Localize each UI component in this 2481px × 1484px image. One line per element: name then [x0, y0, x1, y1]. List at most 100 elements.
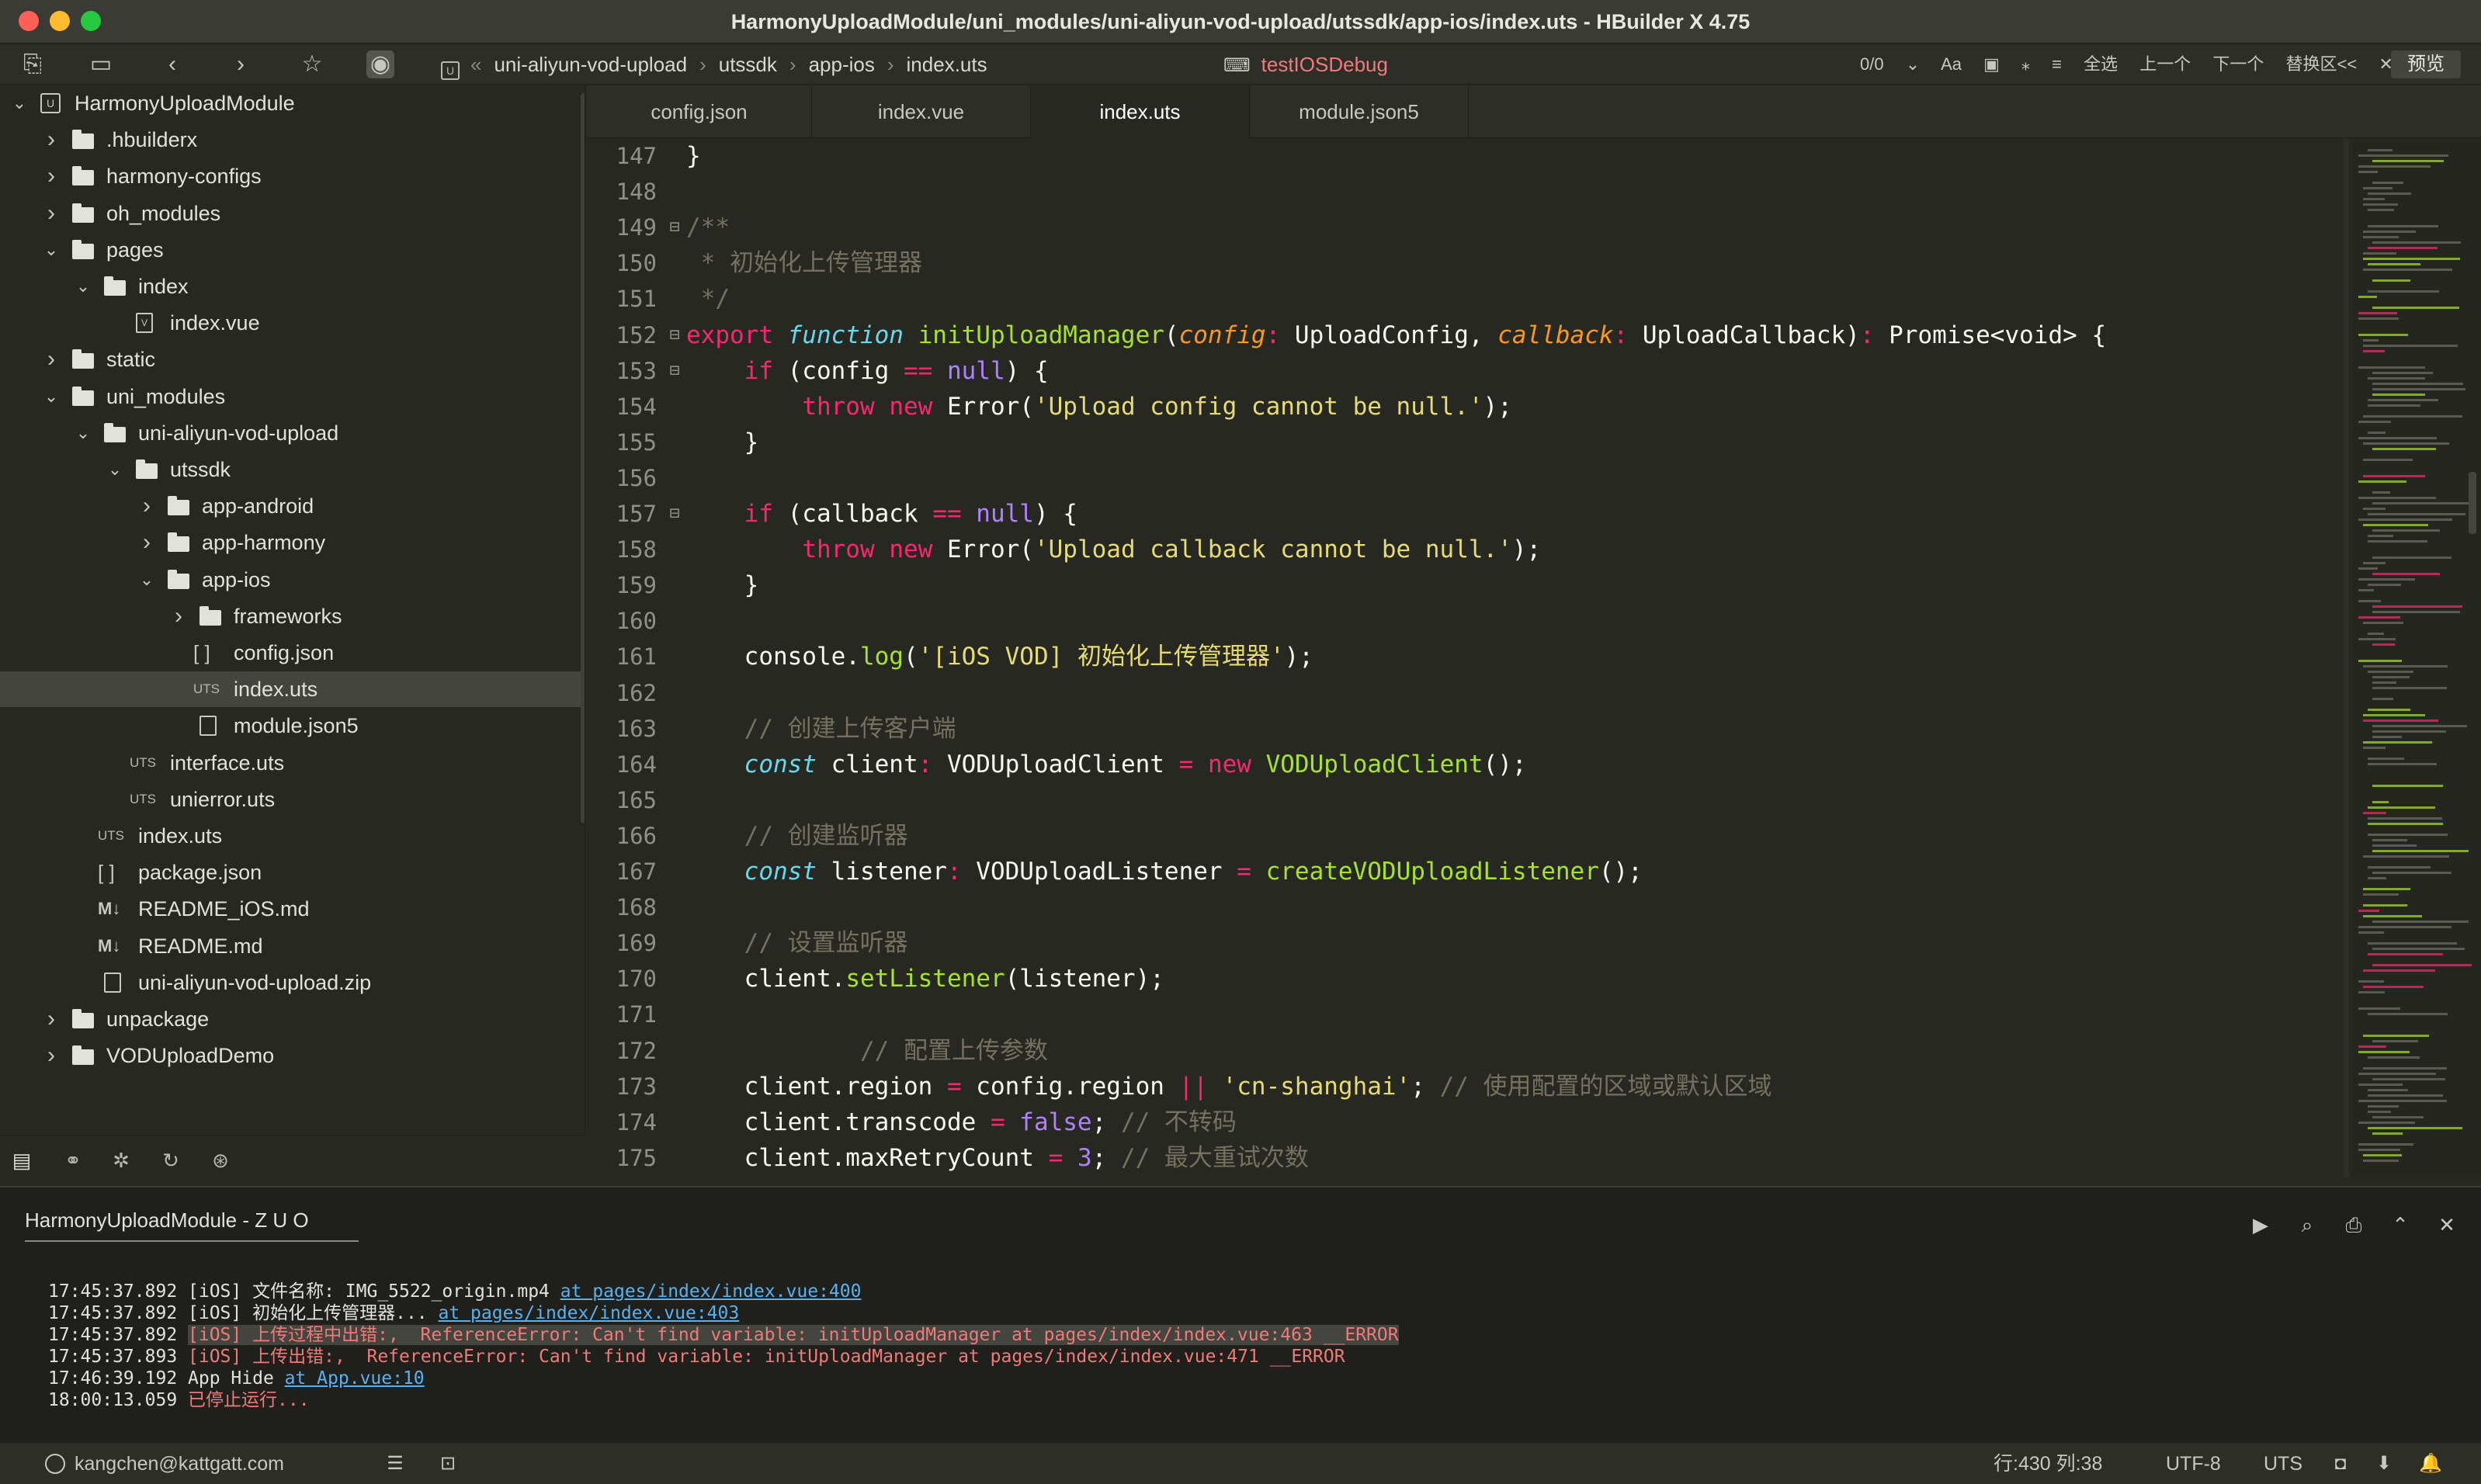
code-line[interactable]: 168	[587, 889, 2349, 925]
ai-assistant-icon[interactable]: ◘	[2329, 1452, 2352, 1475]
save-icon[interactable]: ▭	[87, 50, 115, 78]
code-line[interactable]: 163 // 创建上传客户端	[587, 711, 2349, 747]
run-icon[interactable]: ◉	[366, 50, 394, 78]
code-line[interactable]: 170 client.setListener(listener);	[587, 961, 2349, 997]
chevron-right-icon[interactable]: ›	[41, 158, 61, 194]
code-editor[interactable]: 147} 148 149 ⊟/** 150 * 初始化上传管理器 151 */152 ⊟ ex…	[587, 138, 2349, 1178]
code-line[interactable]: 158 throw new Error('Upload callback can…	[587, 532, 2349, 567]
code-line[interactable]: 165	[587, 782, 2349, 818]
chevron-right-icon[interactable]: ›	[41, 122, 61, 158]
tree-item[interactable]: [ ] config.json	[0, 635, 585, 671]
tab-config-json[interactable]: config.json	[587, 85, 812, 138]
chevron-right-icon[interactable]: ›	[41, 196, 61, 231]
tab-index-uts[interactable]: index.uts	[1031, 85, 1250, 138]
tree-item[interactable]: ⌄ U HarmonyUploadModule	[0, 85, 585, 121]
tree-item[interactable]: UTS interface.uts	[0, 745, 585, 781]
user-account[interactable]: kangchen@kattgatt.com	[75, 1443, 284, 1484]
tree-item[interactable]: Vindex.vue	[0, 305, 585, 341]
code-line[interactable]: 166 // 创建监听器	[587, 818, 2349, 854]
tree-item[interactable]: ⌄ app-ios	[0, 562, 585, 598]
tree-item[interactable]: M↓ README_iOS.md	[0, 891, 585, 927]
chevron-right-icon[interactable]: ›	[41, 1001, 61, 1037]
export-log-icon[interactable]: ⎙	[2340, 1211, 2368, 1239]
code-line[interactable]: 173 client.region = config.region || 'cn…	[587, 1069, 2349, 1104]
tree-item[interactable]: module.json5	[0, 708, 585, 744]
chevron-down-icon[interactable]: ⌄	[1906, 54, 1920, 74]
find-next-button[interactable]: 下一个	[2212, 54, 2264, 74]
tree-item[interactable]: › harmony-configs	[0, 158, 585, 194]
tree-item[interactable]: uni-aliyun-vod-upload.zip	[0, 965, 585, 1000]
tree-item[interactable]: › app-android	[0, 488, 585, 524]
code-line[interactable]: 160	[587, 603, 2349, 639]
chevron-right-icon[interactable]: ›	[41, 342, 61, 377]
code-line[interactable]: 149 ⊟/**	[587, 210, 2349, 245]
chevron-right-icon[interactable]: ›	[137, 525, 157, 560]
star-icon[interactable]: ☆	[298, 50, 326, 78]
chevron-down-icon[interactable]: ⌄	[137, 562, 157, 598]
cursor-position[interactable]: 行:430 列:38	[1993, 1443, 2102, 1484]
back-icon[interactable]: ‹	[158, 50, 186, 78]
code-line[interactable]: 175 client.maxRetryCount = 3; // 最大重试次数	[587, 1140, 2349, 1176]
chevron-down-icon[interactable]: ⌄	[41, 379, 61, 414]
debug-icon[interactable]: ✲	[107, 1146, 135, 1174]
chevron-right-icon[interactable]: ›	[168, 598, 189, 634]
code-line[interactable]: 164 const client: VODUploadClient = new …	[587, 747, 2349, 782]
language-mode[interactable]: UTS	[2264, 1443, 2302, 1484]
log-source-link[interactable]: at pages/index/index.vue:400	[560, 1281, 862, 1302]
fold-icon[interactable]: ⊟	[664, 317, 685, 353]
tab-index-vue[interactable]: index.vue	[812, 85, 1031, 138]
editor-scrollbar[interactable]	[2343, 138, 2349, 1178]
code-line[interactable]: 167 const listener: VODUploadListener = …	[587, 854, 2349, 889]
tree-item[interactable]: › frameworks	[0, 598, 585, 634]
code-line[interactable]: 156	[587, 460, 2349, 496]
tree-item[interactable]: UTS index.uts	[0, 818, 585, 854]
chevron-down-icon[interactable]: ⌄	[105, 452, 125, 487]
project-manager-icon[interactable]: ▤	[8, 1146, 36, 1174]
match-case-toggle[interactable]: Aa	[1941, 54, 1962, 74]
git-icon[interactable]: ↻	[157, 1146, 185, 1174]
fold-icon[interactable]: ⊟	[664, 210, 685, 245]
tree-item[interactable]: › oh_modules	[0, 196, 585, 231]
play-icon[interactable]: ▶	[2247, 1211, 2275, 1239]
chevron-down-icon[interactable]: ⌄	[73, 415, 93, 451]
bell-icon[interactable]: 🔔	[2419, 1452, 2442, 1475]
code-line[interactable]: 154 throw new Error('Upload config canno…	[587, 389, 2349, 425]
tree-item[interactable]: › app-harmony	[0, 525, 585, 560]
code-line[interactable]: 162	[587, 675, 2349, 711]
sidebar-scrollbar[interactable]	[581, 93, 585, 823]
tree-item[interactable]: M↓ README.md	[0, 928, 585, 964]
tab-module-json5[interactable]: module.json5	[1250, 85, 1469, 138]
tree-item[interactable]: ⌄ utssdk	[0, 452, 585, 487]
code-line[interactable]: 152 ⊟ export function initUploadManager(co…	[587, 317, 2349, 353]
code-line[interactable]: 161 console.log('[iOS VOD] 初始化上传管理器');	[587, 639, 2349, 674]
chevron-down-icon[interactable]: ⌄	[73, 269, 93, 304]
download-icon[interactable]: ⬇	[2372, 1452, 2396, 1475]
code-line[interactable]: 159 }	[587, 567, 2349, 603]
preview-button[interactable]: 预览	[2391, 50, 2461, 78]
breadcrumb-item[interactable]: uni-aliyun-vod-upload	[494, 53, 687, 76]
new-file-icon[interactable]: ⎘	[19, 50, 47, 78]
file-encoding[interactable]: UTF-8	[2166, 1443, 2221, 1484]
log-source-link[interactable]: at pages/index/index.vue:403	[439, 1303, 740, 1323]
replace-toggle-button[interactable]: 替换区<<	[2286, 54, 2358, 74]
terminal-toggle-icon[interactable]: ⊡	[436, 1452, 460, 1475]
chevron-right-icon[interactable]: ›	[137, 488, 157, 524]
log-source-link[interactable]: at App.vue:10	[285, 1368, 425, 1389]
tree-item[interactable]: UTS index.uts	[0, 671, 585, 708]
chevron-down-icon[interactable]: ⌄	[9, 85, 29, 121]
tree-item[interactable]: ⌄ uni_modules	[0, 379, 585, 414]
tree-item[interactable]: › unpackage	[0, 1001, 585, 1037]
code-line[interactable]: 171	[587, 997, 2349, 1032]
breadcrumb-item[interactable]: app-ios	[809, 53, 875, 76]
match-word-icon[interactable]: ▣	[1983, 54, 2000, 74]
tree-item[interactable]: UTS unierror.uts	[0, 782, 585, 817]
console-tab[interactable]: HarmonyUploadModule - Z U O	[25, 1198, 359, 1242]
tree-item[interactable]: › VODUploadDemo	[0, 1038, 585, 1073]
code-line[interactable]: 157 ⊟ if (callback == null) {	[587, 496, 2349, 532]
code-line[interactable]: 151 */	[587, 281, 2349, 317]
select-all-button[interactable]: 全选	[2084, 54, 2118, 74]
code-line[interactable]: 147}	[587, 138, 2349, 174]
breadcrumb-item[interactable]: utssdk	[719, 53, 777, 76]
minimap[interactable]	[2352, 138, 2481, 1178]
selection-icon[interactable]: ≡	[2052, 54, 2062, 74]
